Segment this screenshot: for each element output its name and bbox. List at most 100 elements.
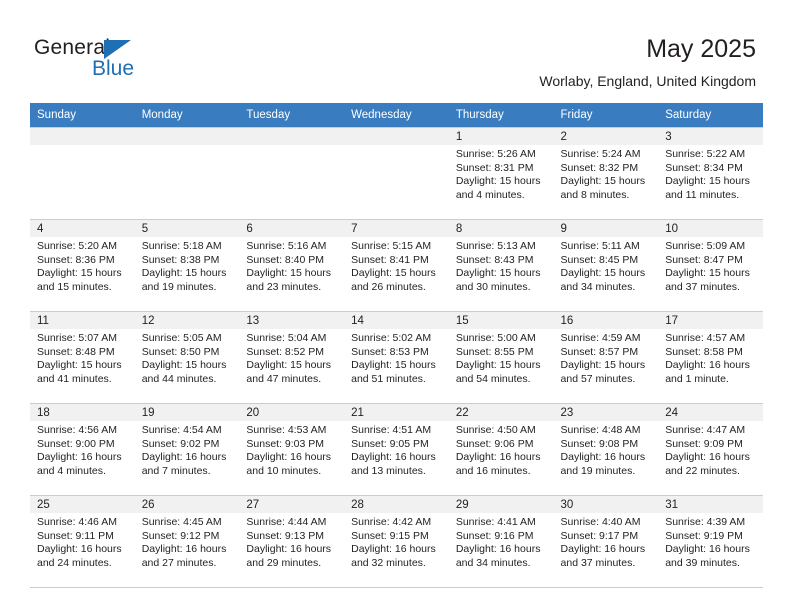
calendar-cell-inner: 5 Sunrise: 5:18 AM Sunset: 8:38 PM Daylight… xyxy=(134,220,240,311)
daylight-duration-line1: Daylight: 15 hours xyxy=(665,175,750,188)
calendar-cell-day[interactable]: 15 Sunrise: 5:00 AM Sunset: 8:55 PM Dayligh… xyxy=(448,311,554,404)
calendar-cell-day[interactable]: 29 Sunrise: 4:41 AM Sunset: 9:16 PM Dayligh… xyxy=(448,495,554,588)
calendar-cell-inner: 29 Sunrise: 4:41 AM Sunset: 9:16 PM Dayligh… xyxy=(448,496,554,587)
daylight-duration-line2: and 7 minutes. xyxy=(141,464,211,477)
daylight-duration-line1: Daylight: 15 hours xyxy=(560,267,646,280)
calendar-cell-inner xyxy=(344,128,449,219)
daylight-duration-line1: Daylight: 15 hours xyxy=(455,175,541,188)
calendar-cell-day[interactable]: 5 Sunrise: 5:18 AM Sunset: 8:38 PM Daylight… xyxy=(134,219,240,312)
daylight-duration-line1: Daylight: 16 hours xyxy=(351,543,436,556)
calendar-cell-day[interactable]: 6 Sunrise: 5:16 AM Sunset: 8:40 PM Daylight… xyxy=(239,219,345,312)
daylight-duration-line2: and 37 minutes. xyxy=(665,280,740,293)
calendar-cell-day[interactable]: 22 Sunrise: 4:50 AM Sunset: 9:06 PM Dayligh… xyxy=(448,403,554,496)
calendar-cell-day[interactable]: 23 Sunrise: 4:48 AM Sunset: 9:08 PM Dayligh… xyxy=(553,403,659,496)
calendar-cell-inner: 1 Sunrise: 5:26 AM Sunset: 8:31 PM Daylight… xyxy=(448,128,554,219)
daylight-duration-line1: Daylight: 16 hours xyxy=(141,451,227,464)
day-details: Sunrise: 5:24 AM Sunset: 8:32 PM Daylight:… xyxy=(554,145,659,202)
brand-logo[interactable]: General Blue xyxy=(34,36,254,86)
calendar-cell-empty xyxy=(30,127,135,220)
calendar-week-row: 25 Sunrise: 4:46 AM Sunset: 9:11 PM Dayligh… xyxy=(30,495,763,588)
day-number: 26 xyxy=(134,496,240,513)
calendar-cell-day[interactable]: 24 Sunrise: 4:47 AM Sunset: 9:09 PM Dayligh… xyxy=(658,403,763,496)
daylight-duration-line2: and 27 minutes. xyxy=(141,556,217,569)
calendar-cell-day[interactable]: 9 Sunrise: 5:11 AM Sunset: 8:45 PM Daylight… xyxy=(553,219,659,312)
day-number: 5 xyxy=(134,220,240,237)
sunset-time: Sunset: 9:13 PM xyxy=(246,529,325,542)
day-number xyxy=(239,128,345,145)
day-details: Sunrise: 4:48 AM Sunset: 9:08 PM Daylight:… xyxy=(554,421,659,478)
calendar-cell-day[interactable]: 4 Sunrise: 5:20 AM Sunset: 8:36 PM Daylight… xyxy=(30,219,135,312)
day-details: Sunrise: 4:41 AM Sunset: 9:16 PM Daylight:… xyxy=(449,513,554,570)
daylight-duration-line2: and 24 minutes. xyxy=(37,556,112,569)
weekday-header-tuesday: Tuesday xyxy=(239,103,345,128)
calendar-cell-inner: 28 Sunrise: 4:42 AM Sunset: 9:15 PM Dayligh… xyxy=(344,496,449,587)
daylight-duration-line1: Daylight: 16 hours xyxy=(37,543,122,556)
calendar-cell-day[interactable]: 19 Sunrise: 4:54 AM Sunset: 9:02 PM Dayligh… xyxy=(134,403,240,496)
daylight-duration-line1: Daylight: 16 hours xyxy=(560,451,646,464)
sunset-time: Sunset: 8:48 PM xyxy=(37,345,115,358)
calendar-cell-day[interactable]: 2 Sunrise: 5:24 AM Sunset: 8:32 PM Daylight… xyxy=(553,127,659,220)
calendar-cell-inner: 30 Sunrise: 4:40 AM Sunset: 9:17 PM Dayligh… xyxy=(553,496,659,587)
calendar-cell-day[interactable]: 31 Sunrise: 4:39 AM Sunset: 9:19 PM Dayligh… xyxy=(658,495,763,588)
calendar-cell-day[interactable]: 7 Sunrise: 5:15 AM Sunset: 8:41 PM Daylight… xyxy=(344,219,449,312)
calendar-week-row: 18 Sunrise: 4:56 AM Sunset: 9:00 PM Dayligh… xyxy=(30,403,763,496)
calendar-cell-day[interactable]: 3 Sunrise: 5:22 AM Sunset: 8:34 PM Daylight… xyxy=(658,127,763,220)
calendar-cell-day[interactable]: 1 Sunrise: 5:26 AM Sunset: 8:31 PM Daylight… xyxy=(448,127,554,220)
calendar-cell-inner: 2 Sunrise: 5:24 AM Sunset: 8:32 PM Daylight… xyxy=(553,128,659,219)
calendar-cell-day[interactable]: 26 Sunrise: 4:45 AM Sunset: 9:12 PM Dayligh… xyxy=(134,495,240,588)
calendar-cell-day[interactable]: 18 Sunrise: 4:56 AM Sunset: 9:00 PM Dayligh… xyxy=(30,403,135,496)
day-details: Sunrise: 4:51 AM Sunset: 9:05 PM Daylight:… xyxy=(344,421,449,478)
calendar-week-row: 4 Sunrise: 5:20 AM Sunset: 8:36 PM Daylight… xyxy=(30,219,763,312)
brand-name-blue: Blue xyxy=(92,57,135,80)
calendar-cell-inner: 6 Sunrise: 5:16 AM Sunset: 8:40 PM Daylight… xyxy=(239,220,345,311)
daylight-duration-line2: and 54 minutes. xyxy=(455,372,531,385)
daylight-duration-line1: Daylight: 16 hours xyxy=(560,543,646,556)
calendar-cell-inner: 4 Sunrise: 5:20 AM Sunset: 8:36 PM Daylight… xyxy=(30,220,135,311)
sunrise-time: Sunrise: 4:59 AM xyxy=(560,332,641,344)
daylight-duration-line2: and 4 minutes. xyxy=(37,464,106,477)
calendar-cell-day[interactable]: 25 Sunrise: 4:46 AM Sunset: 9:11 PM Dayligh… xyxy=(30,495,135,588)
calendar-cell-inner: 22 Sunrise: 4:50 AM Sunset: 9:06 PM Dayligh… xyxy=(448,404,554,495)
page-header: General Blue May 2025 Worlaby, England, … xyxy=(0,0,792,100)
calendar-cell-empty xyxy=(134,127,240,220)
calendar-cell-day[interactable]: 8 Sunrise: 5:13 AM Sunset: 8:43 PM Daylight… xyxy=(448,219,554,312)
page-title: May 2025 xyxy=(646,35,756,63)
sunset-time: Sunset: 8:57 PM xyxy=(560,345,639,358)
sunrise-time: Sunrise: 5:22 AM xyxy=(665,148,746,160)
daylight-duration-line1: Daylight: 16 hours xyxy=(246,451,332,464)
calendar-cell-day[interactable]: 11 Sunrise: 5:07 AM Sunset: 8:48 PM Dayligh… xyxy=(30,311,135,404)
calendar-cell-day[interactable]: 27 Sunrise: 4:44 AM Sunset: 9:13 PM Dayligh… xyxy=(239,495,345,588)
day-number xyxy=(30,128,135,145)
day-number: 12 xyxy=(134,312,240,329)
sunset-time: Sunset: 9:00 PM xyxy=(37,437,115,450)
daylight-duration-line1: Daylight: 15 hours xyxy=(141,359,227,372)
daylight-duration-line2: and 30 minutes. xyxy=(455,280,531,293)
calendar-cell-inner: 27 Sunrise: 4:44 AM Sunset: 9:13 PM Dayligh… xyxy=(239,496,345,587)
calendar-cell-day[interactable]: 17 Sunrise: 4:57 AM Sunset: 8:58 PM Dayligh… xyxy=(658,311,763,404)
calendar-cell-day[interactable]: 28 Sunrise: 4:42 AM Sunset: 9:15 PM Dayligh… xyxy=(344,495,449,588)
day-number: 20 xyxy=(239,404,345,421)
sunset-time: Sunset: 8:58 PM xyxy=(665,345,743,358)
calendar-cell-day[interactable]: 12 Sunrise: 5:05 AM Sunset: 8:50 PM Dayligh… xyxy=(134,311,240,404)
calendar-cell-day[interactable]: 10 Sunrise: 5:09 AM Sunset: 8:47 PM Dayligh… xyxy=(658,219,763,312)
daylight-duration-line2: and 34 minutes. xyxy=(455,556,531,569)
calendar-cell-day[interactable]: 21 Sunrise: 4:51 AM Sunset: 9:05 PM Dayligh… xyxy=(344,403,449,496)
calendar-cell-day[interactable]: 30 Sunrise: 4:40 AM Sunset: 9:17 PM Dayligh… xyxy=(553,495,659,588)
sunrise-time: Sunrise: 5:18 AM xyxy=(141,240,222,252)
calendar-cell-day[interactable]: 13 Sunrise: 5:04 AM Sunset: 8:52 PM Dayligh… xyxy=(239,311,345,404)
sunrise-time: Sunrise: 5:20 AM xyxy=(37,240,117,252)
day-number: 30 xyxy=(553,496,659,513)
sunset-time: Sunset: 9:03 PM xyxy=(246,437,325,450)
calendar-cell-day[interactable]: 14 Sunrise: 5:02 AM Sunset: 8:53 PM Dayligh… xyxy=(344,311,449,404)
sunrise-time: Sunrise: 4:41 AM xyxy=(455,516,536,528)
day-number: 28 xyxy=(344,496,449,513)
sunrise-time: Sunrise: 5:24 AM xyxy=(560,148,641,160)
calendar-cell-inner: 12 Sunrise: 5:05 AM Sunset: 8:50 PM Dayligh… xyxy=(134,312,240,403)
sunrise-time: Sunrise: 4:51 AM xyxy=(351,424,432,436)
day-details: Sunrise: 5:04 AM Sunset: 8:52 PM Daylight:… xyxy=(239,329,344,386)
daylight-duration-line2: and 34 minutes. xyxy=(560,280,636,293)
calendar-cell-day[interactable]: 20 Sunrise: 4:53 AM Sunset: 9:03 PM Dayligh… xyxy=(239,403,345,496)
day-number: 22 xyxy=(448,404,554,421)
calendar-cell-inner: 25 Sunrise: 4:46 AM Sunset: 9:11 PM Dayligh… xyxy=(30,496,135,587)
calendar-cell-day[interactable]: 16 Sunrise: 4:59 AM Sunset: 8:57 PM Dayligh… xyxy=(553,311,659,404)
